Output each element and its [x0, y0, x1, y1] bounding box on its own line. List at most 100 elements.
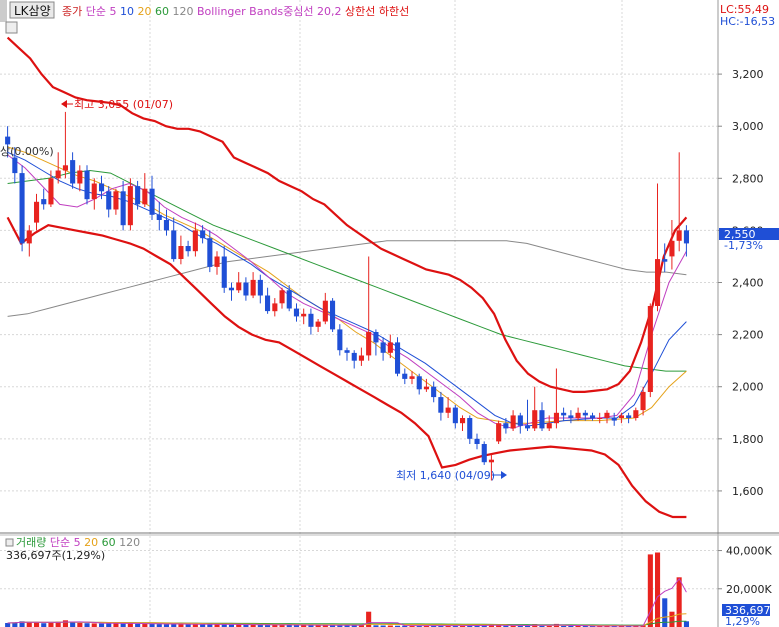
legend-item[interactable]: 20: [81, 536, 99, 549]
legend-item[interactable]: 단순: [46, 536, 70, 549]
candle-body: [640, 391, 646, 411]
legend-item[interactable]: 10: [117, 5, 135, 18]
volume-bar: [99, 623, 105, 627]
cursor-label: 상(0.00%): [0, 145, 54, 158]
candle-body: [315, 321, 321, 327]
candle-body: [366, 332, 372, 356]
volume-bar: [26, 622, 32, 627]
candle-body: [662, 259, 668, 262]
legend-item[interactable]: 5: [106, 5, 117, 18]
candle-body: [62, 165, 68, 171]
candle-body: [178, 246, 184, 259]
candle-body: [250, 279, 256, 296]
candle-body: [142, 188, 148, 205]
candle-body: [460, 418, 466, 424]
candle-body: [525, 425, 531, 429]
candle-body: [481, 444, 487, 463]
volume-bar: [41, 623, 47, 627]
legend-handle[interactable]: [0, 0, 7, 22]
volume-bar: [84, 623, 90, 627]
price-tick-label: 2,400: [732, 277, 764, 290]
volume-bar: [34, 622, 40, 627]
candle-body: [84, 170, 90, 200]
min-annotation-text: 최저 1,640 (04/09): [396, 469, 495, 482]
candle-body: [99, 183, 105, 192]
candle-body: [416, 376, 422, 390]
candle-body: [633, 410, 639, 418]
candle-body: [221, 256, 227, 288]
volume-readout: 336,697주(1,29%): [6, 549, 105, 562]
legend-item[interactable]: 120: [116, 536, 141, 549]
stock-name[interactable]: LK삼양: [14, 4, 51, 18]
candle-body: [532, 410, 538, 429]
candle-body: [488, 459, 494, 463]
legend-item[interactable]: 5: [70, 536, 81, 549]
stock-chart[interactable]: 3,2003,0002,8002,6002,4002,2002,0001,800…: [0, 0, 779, 627]
hc-label: HC:-16,53: [720, 15, 775, 28]
candle-body: [19, 173, 25, 244]
candle-body: [647, 306, 653, 392]
candle-body: [582, 412, 588, 416]
volume-bar: [120, 623, 126, 627]
candle-body: [467, 418, 473, 439]
legend-item[interactable]: 종가: [62, 5, 82, 18]
candle-body: [431, 386, 437, 398]
volume-bar: [106, 623, 112, 627]
current-change: -1,73%: [724, 239, 763, 252]
candle-body: [510, 415, 516, 429]
candle-body: [423, 386, 429, 390]
legend-item[interactable]: Bollinger Bands중심선 20,2: [194, 5, 342, 18]
legend-item[interactable]: 거래량: [16, 536, 46, 549]
candle-body: [337, 329, 343, 351]
volume-bar: [5, 623, 11, 627]
candle-body: [330, 300, 336, 330]
volume-bar: [70, 622, 76, 627]
candle-body: [561, 412, 567, 416]
candle-body: [380, 342, 386, 353]
volume-bar: [655, 552, 661, 627]
legend-item[interactable]: 60: [98, 536, 116, 549]
candle-body: [322, 300, 328, 322]
max-annotation-text: 최고 3,055 (01/07): [74, 98, 173, 111]
candle-body: [604, 412, 610, 418]
candle-body: [445, 407, 451, 413]
candle-body: [171, 230, 177, 260]
candle-body: [163, 220, 169, 231]
candle-body: [156, 214, 162, 220]
candle-body: [358, 355, 364, 361]
candle-body: [91, 183, 97, 200]
candle-body: [257, 279, 263, 296]
legend-item[interactable]: 상한선: [342, 5, 376, 18]
candle-body: [539, 410, 545, 429]
volume-legend: 거래량 단순 5 20 60 120: [16, 536, 140, 549]
legend-item[interactable]: 60: [152, 5, 170, 18]
candle-body: [265, 295, 271, 312]
legend-item[interactable]: 20: [134, 5, 152, 18]
min-annotation: 최저 1,640 (04/09): [396, 469, 507, 482]
candle-body: [113, 191, 119, 210]
candle-body: [395, 342, 401, 374]
candle-body: [626, 415, 632, 418]
price-tick-label: 2,000: [732, 381, 764, 394]
volume-menu-icon[interactable]: [5, 538, 14, 547]
candle-body: [279, 290, 285, 304]
candle-body: [127, 186, 133, 226]
legend-item[interactable]: 120: [169, 5, 194, 18]
price-tick-label: 3,000: [732, 120, 764, 133]
candle-body: [12, 157, 18, 174]
candle-body: [200, 230, 206, 239]
volume-bar: [77, 623, 83, 627]
candle-body: [669, 240, 675, 257]
candle-body: [34, 201, 40, 223]
candle-body: [553, 412, 559, 424]
legend-item[interactable]: 하한선: [375, 4, 409, 18]
volume-tick-label: 40,000K: [726, 545, 772, 558]
candle-body: [597, 418, 603, 419]
candle-body: [308, 313, 314, 327]
candle-body: [26, 230, 32, 244]
candle-body: [503, 423, 509, 429]
candle-body: [192, 230, 198, 252]
panel-menu-icon[interactable]: [5, 21, 18, 34]
legend-item[interactable]: 단순: [82, 5, 106, 18]
candle-body: [5, 136, 11, 145]
